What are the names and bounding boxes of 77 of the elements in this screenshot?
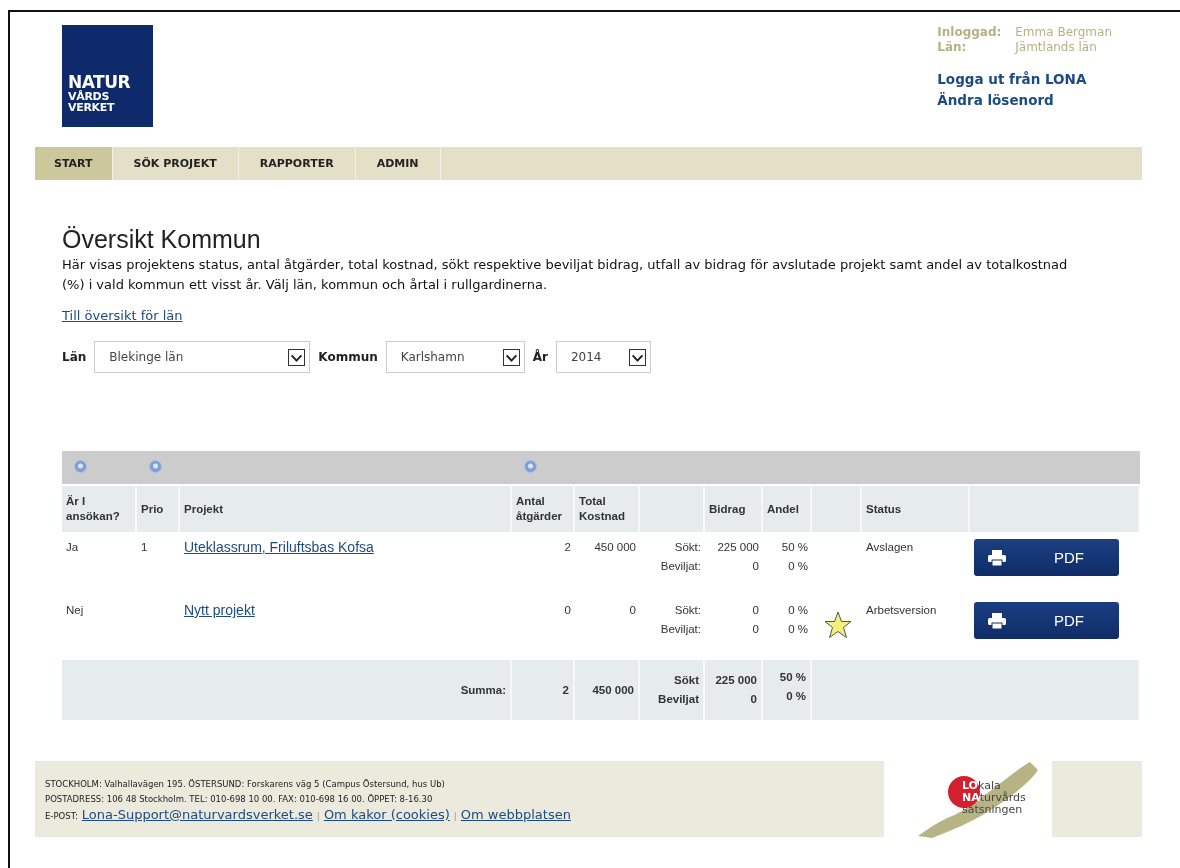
- column-header: Bidrag: [705, 484, 763, 532]
- printer-icon: [988, 612, 1006, 629]
- pdf-button[interactable]: PDF: [974, 602, 1119, 639]
- grant-value: 225 000: [716, 540, 759, 555]
- filter-label: År: [532, 350, 548, 364]
- user-value: Emma Bergman: [1015, 25, 1112, 40]
- filter-label: Län: [62, 350, 87, 364]
- info-icon[interactable]: [149, 460, 162, 473]
- table-cell-text: 450 000: [593, 540, 637, 555]
- grant-label: Sökt:: [673, 603, 701, 618]
- column-header: Projekt: [180, 484, 512, 532]
- grant-label: Sökt: [673, 673, 699, 688]
- column-header: [640, 484, 705, 532]
- column-header: [812, 484, 862, 532]
- user-label: Inloggad:: [937, 25, 1003, 40]
- table-cell-text: 1: [140, 540, 149, 555]
- caret-icon: [628, 348, 646, 366]
- grant-label: Sökt:: [673, 540, 701, 555]
- info-icon[interactable]: [74, 460, 87, 473]
- column-header: Status: [862, 484, 970, 532]
- column-header: Antal åtgärder: [512, 484, 575, 532]
- address-text: STOCKHOLM: Valhallavägen 195. ÖSTERSUND: Forskarens väg 5 (Campus Östersund, hus Ub): [45, 778, 446, 791]
- address-text: POSTADRESS: 106 48 Stockholm. TEL: 010-698 10 00. FAX: 010-698 16 00. ÖPPET: 8-16.30: [45, 793, 434, 806]
- status-cell-text: Avslagen: [865, 540, 915, 555]
- overview-link[interactable]: Till översikt för län: [62, 308, 183, 323]
- column-header: Är I ansökan?: [62, 484, 137, 532]
- account-link[interactable]: Logga ut från LONA: [937, 69, 1112, 90]
- agency-logo: NATUR VÅRDS VERKET: [62, 25, 153, 127]
- column-header: Total Kostnad: [575, 484, 640, 532]
- grant-value: 0: [749, 692, 757, 707]
- table-cell-text: Ja: [65, 540, 80, 555]
- grant-value: 225 000: [714, 673, 757, 688]
- pdf-button[interactable]: PDF: [974, 539, 1119, 576]
- printer-icon: [988, 549, 1006, 566]
- grant-label: Beviljat: [657, 692, 699, 707]
- email-label: E-POST:: [45, 810, 78, 823]
- footer-link[interactable]: Om webbplatsen: [460, 807, 571, 822]
- grant-label: Beviljat:: [659, 559, 701, 574]
- filter-dropdown[interactable]: 2014: [555, 341, 651, 373]
- project-link[interactable]: Nytt projekt: [184, 602, 255, 618]
- page-title: Översikt Kommun: [62, 225, 262, 253]
- filter-label: Kommun: [318, 350, 378, 364]
- info-icon[interactable]: [524, 460, 537, 473]
- footer-link[interactable]: Lona-Support@naturvardsverket.se: [81, 807, 313, 822]
- grant-value: 0: [751, 603, 759, 618]
- table-cell-text: 0: [563, 603, 572, 618]
- intro-text: Här visas projektens status, antal åtgärder, total kostnad, sökt respektive beviljat bidrag, utfall av bidrag för avslutade projekt samt andel av totalkostnad (%) i vald kommun ett visst år. Välj län, kommun och årtal i rullgardinerna.: [62, 256, 1069, 294]
- share-value: 0 %: [787, 603, 808, 618]
- user-label: Län:: [937, 40, 968, 55]
- share-value: 50 %: [778, 670, 806, 685]
- separator-text: |: [316, 810, 320, 823]
- table-cell: 2: [512, 658, 575, 720]
- separator-text: |: [453, 810, 457, 823]
- filter-dropdown[interactable]: Karlshamn: [385, 341, 525, 373]
- caret-icon: [288, 348, 306, 366]
- column-header: Andel: [763, 484, 812, 532]
- table-cell-text: Nej: [65, 603, 85, 618]
- nav-tab[interactable]: START: [35, 147, 113, 180]
- account-link[interactable]: Ändra lösenord: [937, 90, 1112, 111]
- table-cell-text: 0: [628, 603, 637, 618]
- grant-value: 0: [751, 622, 759, 637]
- table-cell-text: 2: [563, 540, 572, 555]
- project-link[interactable]: Uteklassrum, Friluftsbas Kofsa: [184, 539, 374, 555]
- column-header: Prio: [137, 484, 180, 532]
- share-value: 0 %: [787, 622, 808, 637]
- share-value: 50 %: [780, 540, 808, 555]
- table-cell: 450 000: [575, 658, 640, 720]
- filter-dropdown[interactable]: Blekinge län: [94, 341, 311, 373]
- share-value: 0 %: [787, 559, 808, 574]
- status-cell-text: Arbetsversion: [865, 603, 938, 618]
- share-value: 0 %: [785, 689, 806, 704]
- caret-icon: [502, 348, 520, 366]
- grant-value: 0: [751, 559, 759, 574]
- user-value: Jämtlands län: [1015, 40, 1098, 55]
- footer-link[interactable]: Om kakor (cookies): [323, 807, 450, 822]
- summary-label: Summa:: [62, 658, 512, 720]
- grant-label: Beviljat:: [659, 622, 701, 637]
